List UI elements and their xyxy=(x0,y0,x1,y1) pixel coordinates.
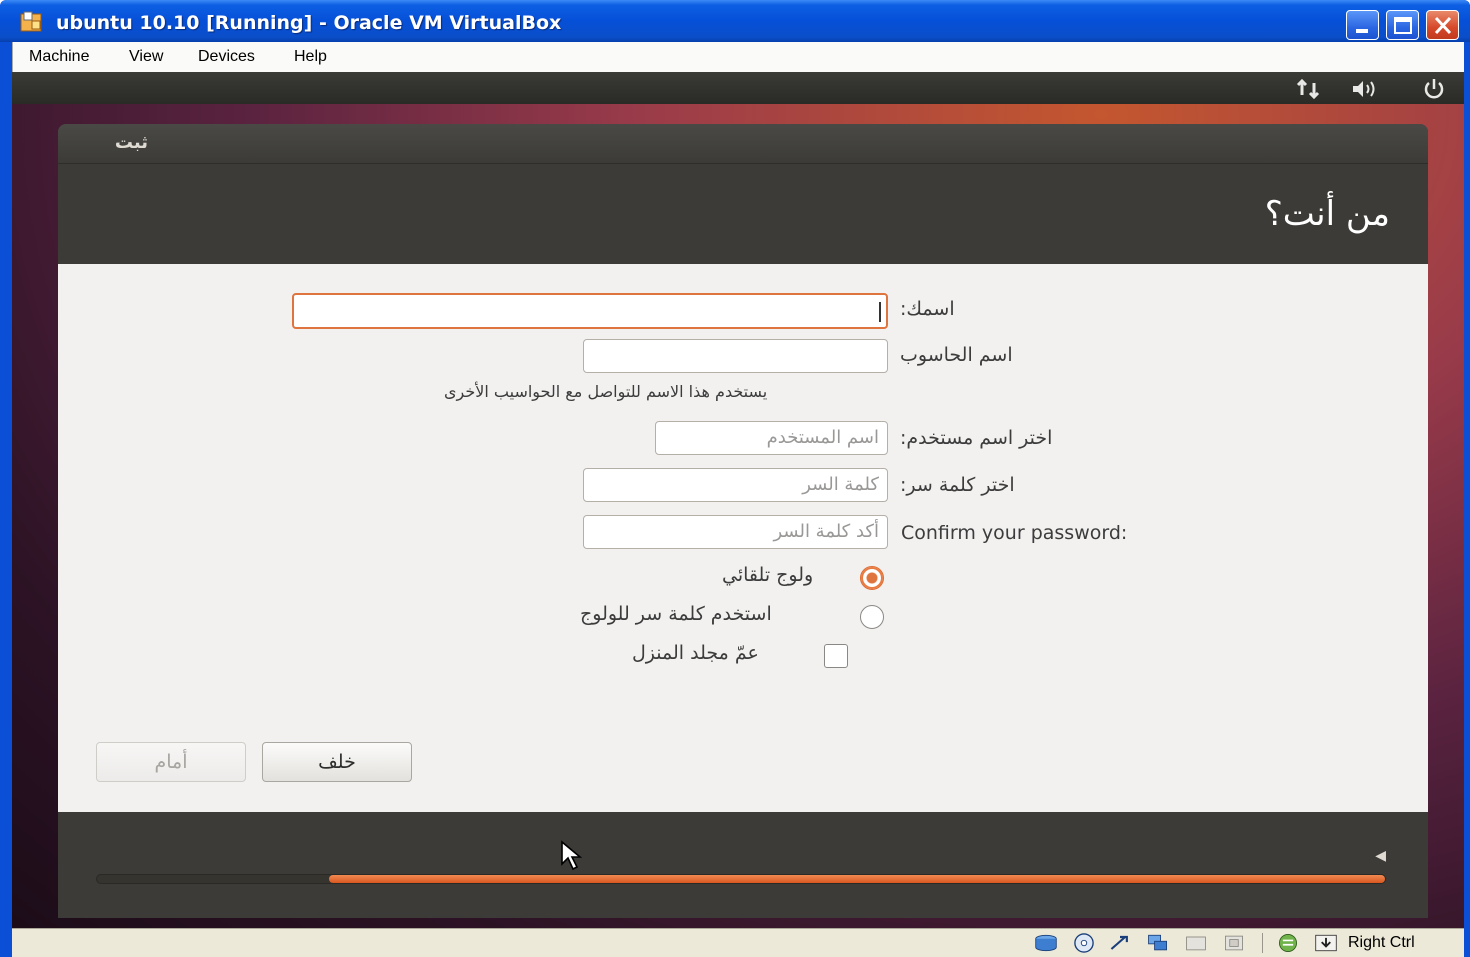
menu-devices[interactable]: Devices xyxy=(198,48,255,66)
auto-login-label: ولوج تلقائي xyxy=(722,564,814,586)
close-icon xyxy=(1434,16,1452,35)
minimize-button[interactable] xyxy=(1346,10,1379,40)
dialog-title: ثبت xyxy=(114,132,148,153)
usb-icon[interactable] xyxy=(1108,933,1132,953)
confirm-password-label: Confirm your password: xyxy=(901,522,1128,544)
install-progress-fill xyxy=(329,875,1385,883)
virtualbox-icon xyxy=(20,11,42,32)
network-icon[interactable] xyxy=(1296,78,1326,100)
auto-login-radio[interactable] xyxy=(860,566,884,590)
window-title: ubuntu 10.10 [Running] - Oracle VM Virtu… xyxy=(56,12,562,34)
slideshow-arrow-icon[interactable]: ◀ xyxy=(1375,848,1386,864)
username-input[interactable]: اسم المستخدم xyxy=(655,421,888,455)
computer-name-hint: يستخدم هذا الاسم للتواصل مع الحواسيب الأ… xyxy=(444,382,768,401)
computer-name-label: اسم الحاسوب xyxy=(900,344,1013,366)
window-titlebar[interactable]: ubuntu 10.10 [Running] - Oracle VM Virtu… xyxy=(0,0,1470,42)
menu-machine[interactable]: Machine xyxy=(29,48,89,66)
menubar: Machine View Devices Help xyxy=(12,42,1464,72)
require-password-label: استخدم كلمة سر للولوج xyxy=(580,603,772,625)
mouse-integration-icon[interactable] xyxy=(1276,933,1300,953)
require-password-radio[interactable] xyxy=(860,605,884,629)
forward-button[interactable]: أمام xyxy=(96,742,246,782)
dialog-titlebar[interactable]: ثبت xyxy=(58,124,1428,164)
confirm-password-input[interactable]: أكد كلمة السر xyxy=(583,515,888,549)
statusbar: Right Ctrl xyxy=(12,928,1464,957)
page-title: من أنت؟ xyxy=(1264,194,1390,234)
form-area: اسمك: اسم الحاسوب يستخدم هذا الاسم للتوا… xyxy=(58,264,1428,812)
virtualization-icon[interactable] xyxy=(1222,933,1246,953)
volume-icon[interactable] xyxy=(1350,78,1380,100)
minimize-icon xyxy=(1356,29,1368,33)
menu-help[interactable]: Help xyxy=(294,48,327,66)
maximize-icon xyxy=(1394,17,1412,34)
computer-name-input[interactable] xyxy=(583,339,888,373)
dialog-header: من أنت؟ xyxy=(58,164,1428,264)
dialog-footer: ◀ xyxy=(58,812,1428,918)
optical-drive-icon[interactable] xyxy=(1072,933,1096,953)
statusbar-separator xyxy=(1262,933,1263,953)
installer-dialog: ثبت من أنت؟ اسمك: اسم الحاسوب يستخدم هذا… xyxy=(58,124,1428,918)
name-label: اسمك: xyxy=(900,298,955,320)
host-key-icon xyxy=(1315,934,1337,952)
host-key-label: Right Ctrl xyxy=(1348,934,1415,951)
hard-disk-icon[interactable] xyxy=(1034,933,1058,953)
text-caret xyxy=(879,302,881,322)
install-progress-bar xyxy=(96,874,1386,884)
menu-view[interactable]: View xyxy=(129,48,163,66)
window-border-left xyxy=(0,42,12,957)
password-input[interactable]: كلمة السر xyxy=(583,468,888,502)
virtualbox-window: ubuntu 10.10 [Running] - Oracle VM Virtu… xyxy=(0,0,1470,957)
network-adapter-icon[interactable] xyxy=(1146,933,1170,953)
power-icon[interactable] xyxy=(1422,78,1446,100)
encrypt-home-label: عمّ مجلد المنزل xyxy=(632,642,759,664)
close-button[interactable] xyxy=(1426,10,1459,40)
gnome-top-panel xyxy=(12,72,1464,104)
password-label: اختر كلمة سر: xyxy=(900,474,1015,496)
window-border-right xyxy=(1464,42,1470,957)
mouse-pointer-icon xyxy=(561,840,583,871)
vm-display[interactable]: ثبت من أنت؟ اسمك: اسم الحاسوب يستخدم هذا… xyxy=(12,72,1464,928)
encrypt-home-checkbox[interactable] xyxy=(824,644,848,668)
username-label: اختر اسم مستخدم: xyxy=(900,427,1053,449)
shared-folders-icon[interactable] xyxy=(1184,933,1208,953)
name-input[interactable] xyxy=(292,293,888,329)
back-button[interactable]: خلف xyxy=(262,742,412,782)
maximize-button[interactable] xyxy=(1386,10,1419,40)
